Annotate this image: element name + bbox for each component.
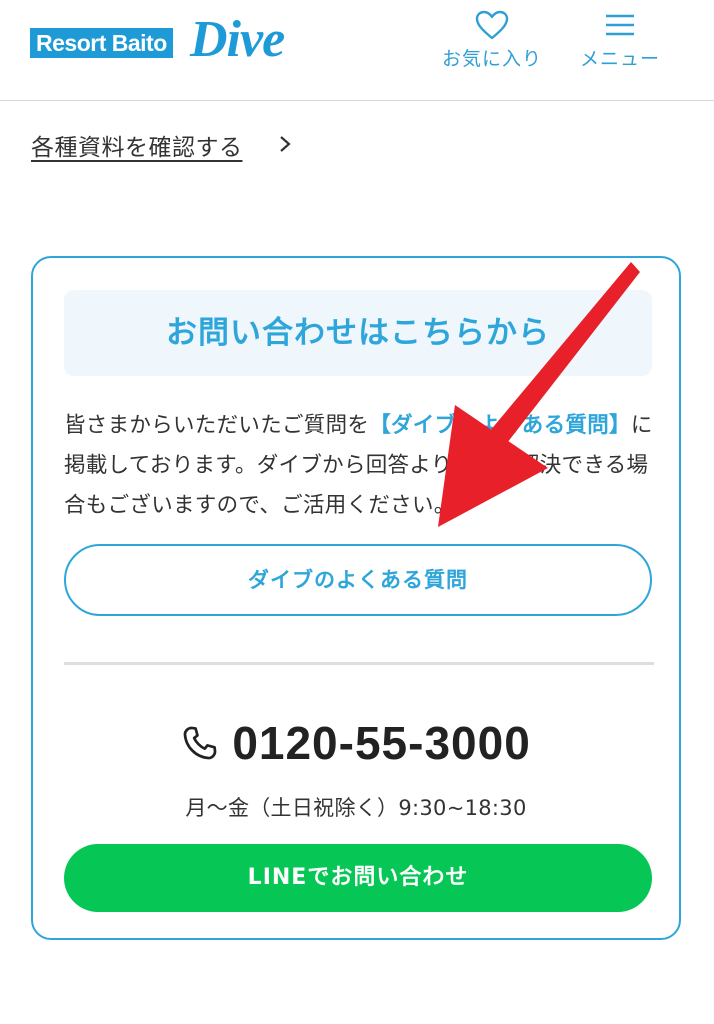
site-logo[interactable]: Resort Baito Dive bbox=[30, 11, 320, 72]
faq-button[interactable]: ダイブのよくある質問 bbox=[64, 544, 652, 616]
line-contact-button[interactable]: LINEでお問い合わせ bbox=[64, 844, 652, 912]
menu-label: メニュー bbox=[579, 48, 660, 70]
divider bbox=[64, 662, 654, 665]
favorites-label: お気に入り bbox=[441, 48, 542, 70]
hamburger-menu-icon bbox=[606, 14, 634, 36]
documents-link[interactable]: 各種資料を確認する bbox=[31, 128, 243, 162]
chevron-right-icon bbox=[280, 136, 291, 152]
menu-button[interactable]: メニュー bbox=[576, 10, 664, 71]
contact-card: お問い合わせはこちらから 皆さまからいただいたご質問を【ダイブのよくある質問】に… bbox=[31, 256, 681, 940]
description-text-before: 皆さまからいただいたご質問を bbox=[64, 413, 370, 438]
business-hours: 月～金（土日祝除く）9:30~18:30 bbox=[185, 796, 527, 820]
favorites-button[interactable]: お気に入り bbox=[440, 10, 544, 71]
logo-script: Dive bbox=[190, 11, 285, 68]
site-header: Resort Baito Dive お気に入り メニュー bbox=[0, 0, 714, 101]
heart-icon bbox=[475, 10, 509, 40]
contact-title: お問い合わせはこちらから bbox=[64, 290, 652, 376]
contact-description: 皆さまからいただいたご質問を【ダイブのよくある質問】に掲載しております。ダイブか… bbox=[64, 406, 654, 526]
phone-row[interactable]: 0120-55-3000 bbox=[33, 716, 679, 776]
logo-text: Resort Baito bbox=[30, 28, 173, 58]
faq-inline-link[interactable]: 【ダイブのよくある質問】 bbox=[369, 413, 631, 438]
phone-icon bbox=[183, 726, 217, 760]
phone-number: 0120-55-3000 bbox=[232, 717, 531, 769]
